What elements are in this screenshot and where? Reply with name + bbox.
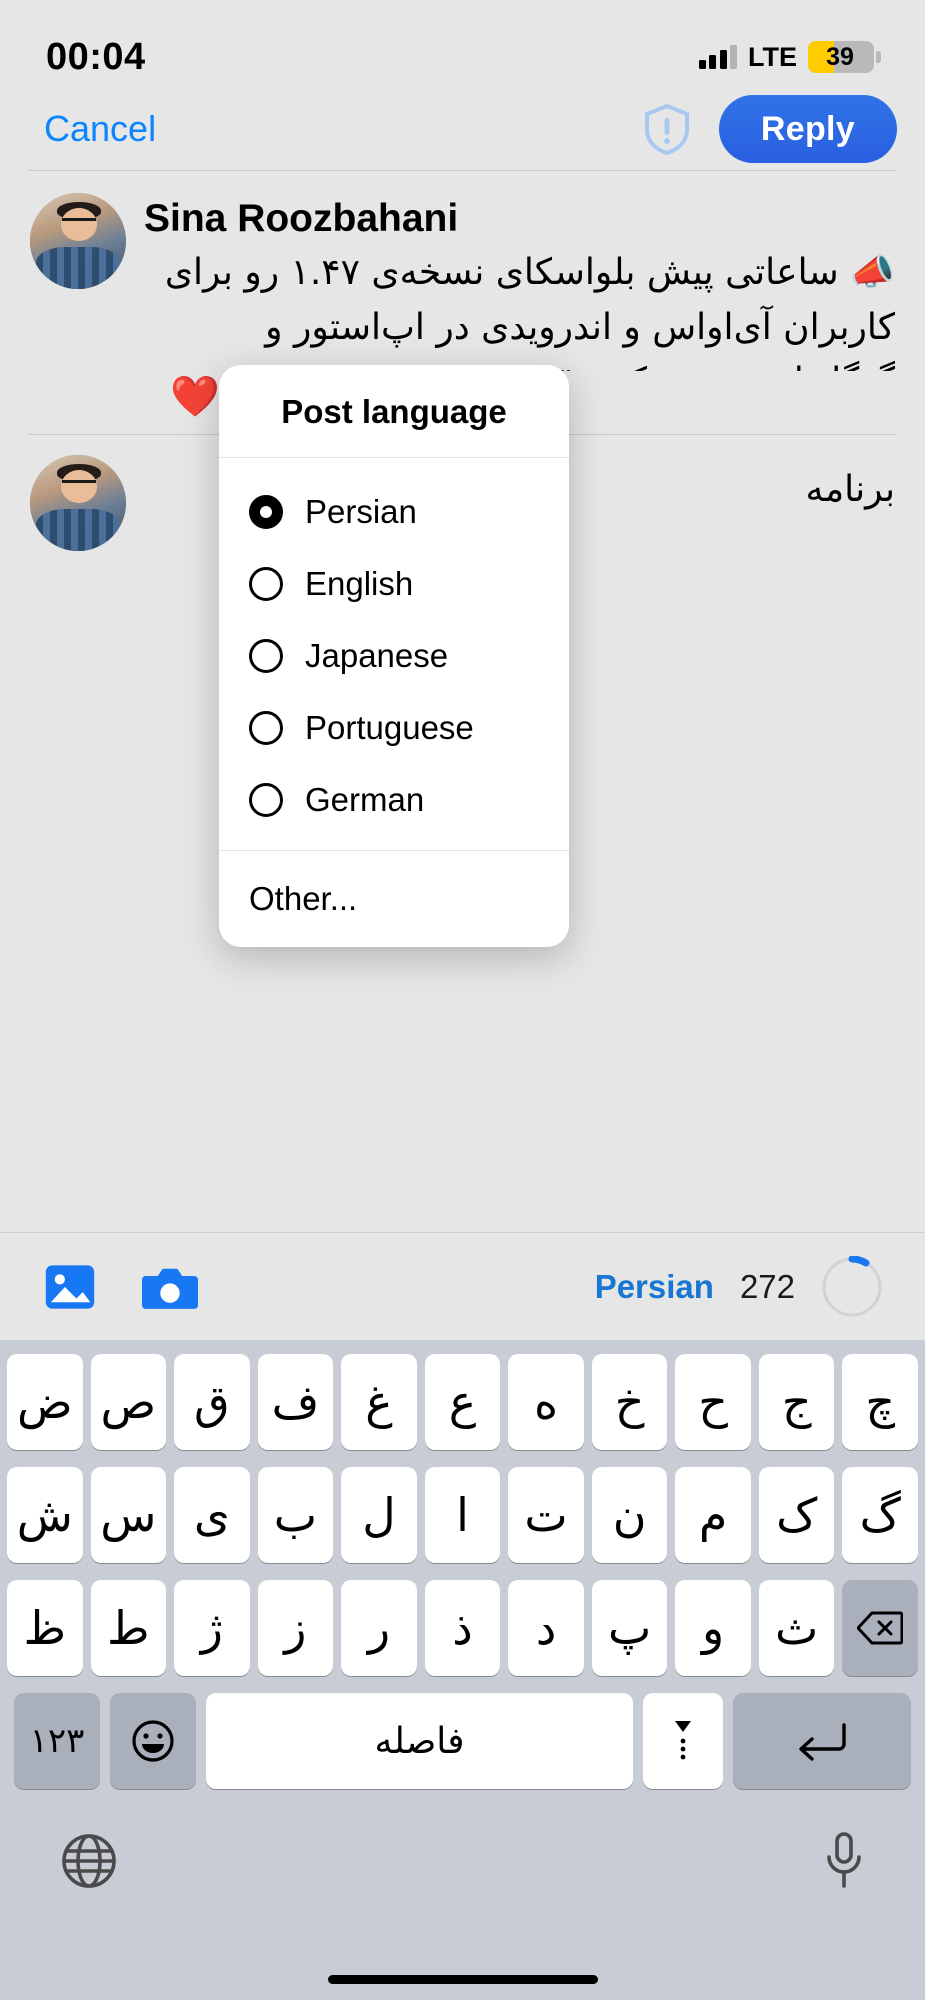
key-jim[interactable]: ج <box>758 1354 835 1450</box>
language-option-portuguese[interactable]: Portuguese <box>219 692 569 764</box>
post-language-indicator[interactable]: Persian <box>595 1268 714 1306</box>
network-type-label: LTE <box>748 41 797 72</box>
keyboard-row-3: ظ ط ژ ز ر ذ د پ و ث <box>7 1580 919 1676</box>
key-lam[interactable]: ل <box>341 1467 417 1563</box>
post-language-modal: Post language Persian English Japanese P… <box>219 365 569 947</box>
return-key[interactable] <box>733 1693 911 1789</box>
key-zhe[interactable]: ژ <box>174 1580 250 1676</box>
language-options-list: Persian English Japanese Portuguese Germ… <box>219 458 569 850</box>
key-ain[interactable]: ع <box>424 1354 501 1450</box>
post-text: 📣 ساعاتی پیش بلواسکای نسخه‌ی ۱.۴۷ رو برا… <box>164 251 895 371</box>
space-key[interactable]: فاصله <box>206 1693 633 1789</box>
key-qaf[interactable]: ق <box>174 1354 250 1450</box>
language-option-german[interactable]: German <box>219 764 569 836</box>
battery-percent-label: 39 <box>826 42 854 71</box>
language-option-japanese[interactable]: Japanese <box>219 620 569 692</box>
keyboard-row-4: ۱۲۳ فاصله <box>7 1693 918 1789</box>
home-indicator <box>327 1975 598 1984</box>
key-gaf[interactable]: گ <box>842 1467 919 1563</box>
modal-title: Post language <box>281 393 507 430</box>
language-option-persian[interactable]: Persian <box>219 476 569 548</box>
key-ze[interactable]: ز <box>257 1580 334 1676</box>
option-label: German <box>305 781 425 818</box>
radio-icon[interactable] <box>249 639 283 673</box>
persian-keyboard: ض ص ق ف غ ع ه خ ح ج چ ش س ی ب ل ا ت ن م … <box>0 1340 925 2000</box>
character-count-label: 272 <box>739 1267 795 1305</box>
status-bar: 00:04 LTE 39 <box>0 0 925 88</box>
key-nun[interactable]: ن <box>591 1467 668 1563</box>
key-kaf[interactable]: ک <box>758 1467 835 1563</box>
radio-selected-icon[interactable] <box>249 495 283 529</box>
key-se[interactable]: ث <box>758 1580 835 1676</box>
key-te[interactable]: ت <box>508 1467 584 1563</box>
cancel-button[interactable]: Cancel <box>44 108 156 150</box>
reply-avatar[interactable] <box>30 455 126 551</box>
key-zal[interactable]: ذ <box>424 1580 501 1676</box>
radio-icon[interactable] <box>249 711 283 745</box>
radio-icon[interactable] <box>249 783 283 817</box>
key-ghain[interactable]: غ <box>341 1354 417 1450</box>
post-item: Sina Roozbahani 📣 ساعاتی پیش بلواسکای نس… <box>0 171 925 371</box>
microphone-icon[interactable] <box>824 1831 864 1891</box>
key-sad[interactable]: ص <box>90 1354 167 1450</box>
reply-button[interactable]: Reply <box>718 95 897 163</box>
composer-toolbar: Persian 272 <box>0 1232 925 1340</box>
key-he[interactable]: ه <box>508 1354 584 1450</box>
key-che[interactable]: چ <box>842 1354 919 1450</box>
key-dad[interactable]: ض <box>7 1354 83 1450</box>
key-hhe[interactable]: ح <box>675 1354 751 1450</box>
key-be[interactable]: ب <box>257 1467 334 1563</box>
key-khe[interactable]: خ <box>591 1354 668 1450</box>
language-option-english[interactable]: English <box>219 548 569 620</box>
camera-icon[interactable] <box>142 1262 198 1312</box>
keyboard-bottom-row <box>7 1806 918 1916</box>
key-ye[interactable]: ی <box>174 1467 250 1563</box>
key-vav[interactable]: و <box>675 1580 751 1676</box>
other-language-button[interactable]: Other... <box>219 851 569 947</box>
shield-warning-icon[interactable] <box>643 103 691 155</box>
status-time: 00:04 <box>46 35 146 78</box>
option-label: Persian <box>305 493 417 530</box>
option-label: Portuguese <box>305 709 474 746</box>
cellular-signal-icon <box>698 45 737 69</box>
key-sin[interactable]: س <box>90 1467 167 1563</box>
post-author[interactable]: Sina Roozbahani <box>144 197 895 242</box>
circular-progress-icon <box>821 1255 883 1318</box>
toolbar-right-group: Persian 272 <box>595 1255 883 1318</box>
post-body: Sina Roozbahani 📣 ساعاتی پیش بلواسکای نس… <box>144 193 895 371</box>
battery-icon: 39 <box>808 41 874 73</box>
keyboard-row-1: ض ص ق ف غ ع ه خ ح ج چ <box>7 1354 919 1450</box>
navigation-bar: Cancel Reply <box>0 88 925 170</box>
option-label: Japanese <box>305 637 449 674</box>
option-label: English <box>305 565 414 602</box>
backspace-icon[interactable] <box>842 1580 919 1676</box>
key-fe[interactable]: ف <box>257 1354 334 1450</box>
key-alef[interactable]: ا <box>424 1467 501 1563</box>
key-re[interactable]: ر <box>341 1580 417 1676</box>
key-dal[interactable]: د <box>508 1580 584 1676</box>
key-za[interactable]: ظ <box>7 1580 83 1676</box>
radio-icon[interactable] <box>249 567 283 601</box>
image-icon[interactable] <box>42 1259 98 1315</box>
key-mim[interactable]: م <box>675 1467 751 1563</box>
globe-icon[interactable] <box>61 1833 117 1889</box>
key-ta[interactable]: ط <box>90 1580 167 1676</box>
nav-right-group: Reply <box>643 95 897 163</box>
status-indicators: LTE 39 <box>698 41 881 73</box>
avatar[interactable] <box>30 193 126 289</box>
keyboard-row-2: ش س ی ب ل ا ت ن م ک گ <box>7 1467 919 1563</box>
diacritics-key[interactable] <box>643 1693 723 1789</box>
numbers-key[interactable]: ۱۲۳ <box>14 1693 100 1789</box>
key-shin[interactable]: ش <box>7 1467 83 1563</box>
key-pe[interactable]: پ <box>591 1580 668 1676</box>
emoji-icon[interactable] <box>110 1693 196 1789</box>
toolbar-left-group <box>42 1259 198 1315</box>
battery-cap <box>876 51 881 63</box>
